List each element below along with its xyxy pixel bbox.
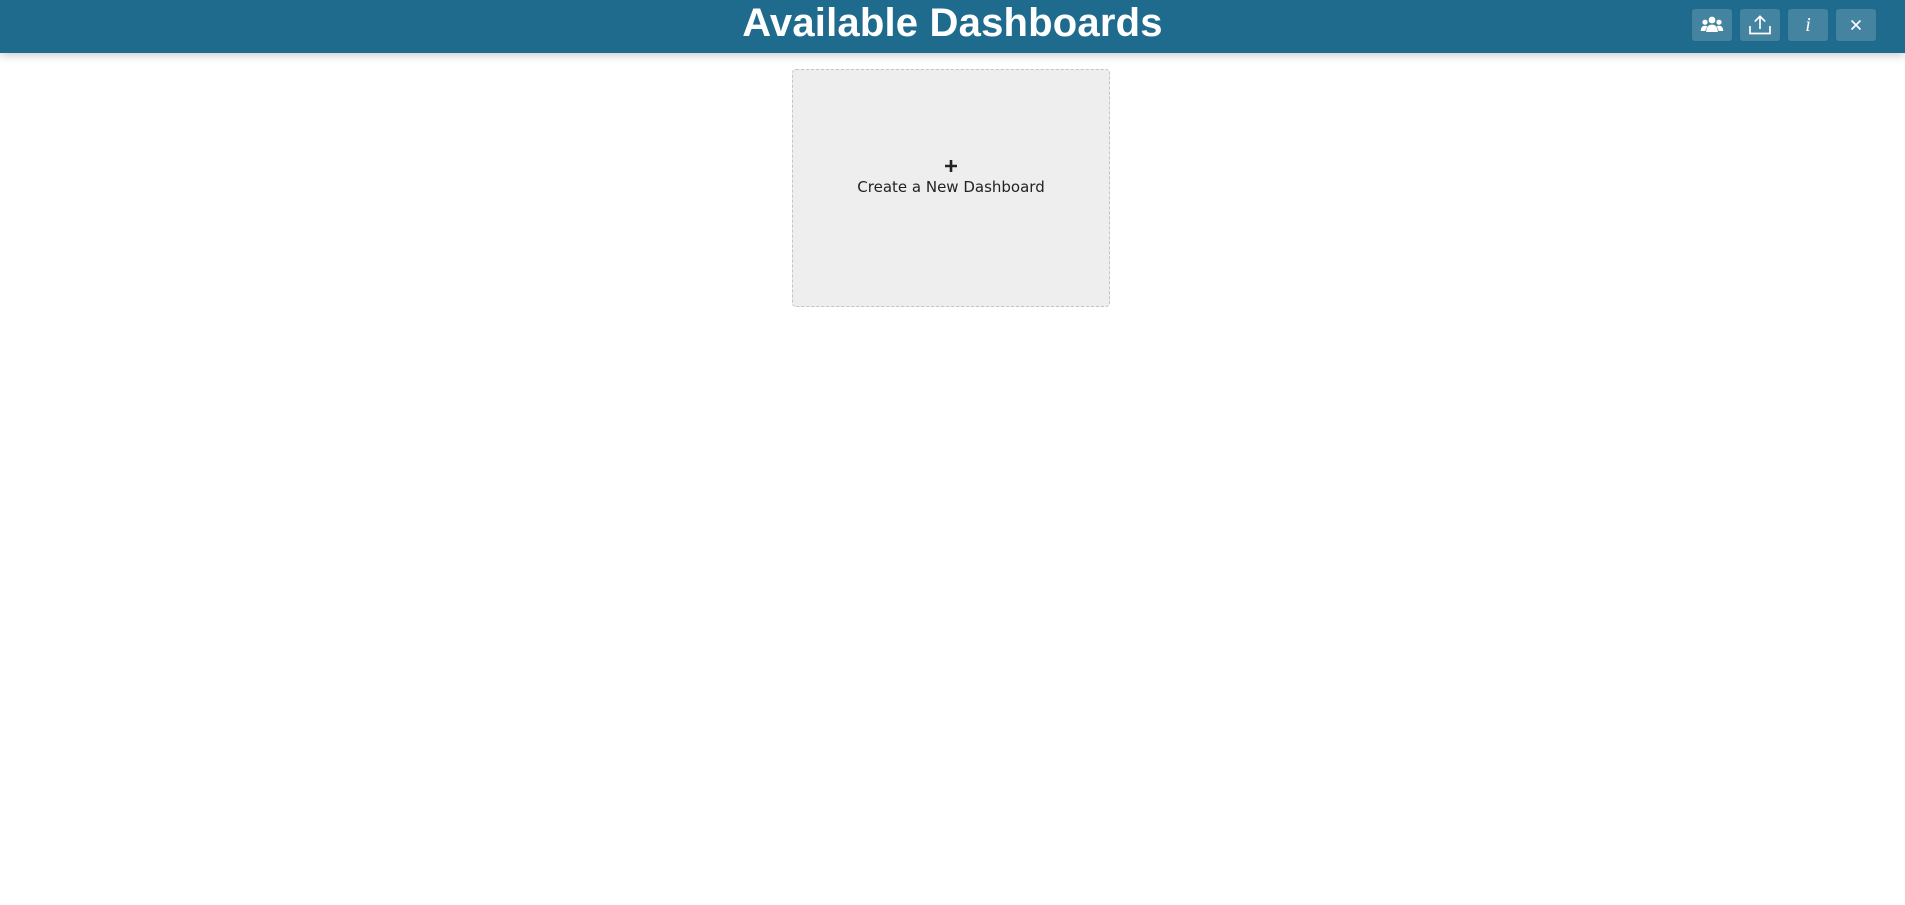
plus-icon — [943, 158, 959, 174]
page-title: Available Dashboards — [742, 1, 1163, 45]
close-button[interactable] — [1836, 9, 1876, 41]
create-new-dashboard-card[interactable]: Create a New Dashboard — [792, 69, 1110, 307]
share-users-button[interactable] — [1692, 9, 1732, 41]
info-icon: i — [1805, 14, 1811, 36]
create-dashboard-label: Create a New Dashboard — [857, 178, 1045, 196]
users-icon — [1700, 15, 1724, 35]
dashboard-list: Create a New Dashboard — [0, 53, 1905, 905]
create-card-content: Create a New Dashboard — [793, 158, 1109, 196]
header-toolbar: i — [1692, 9, 1876, 41]
upload-icon — [1748, 14, 1772, 36]
header-bar: Available Dashboards i — [0, 0, 1905, 53]
info-button[interactable]: i — [1788, 9, 1828, 41]
upload-button[interactable] — [1740, 9, 1780, 41]
close-icon — [1849, 18, 1863, 32]
